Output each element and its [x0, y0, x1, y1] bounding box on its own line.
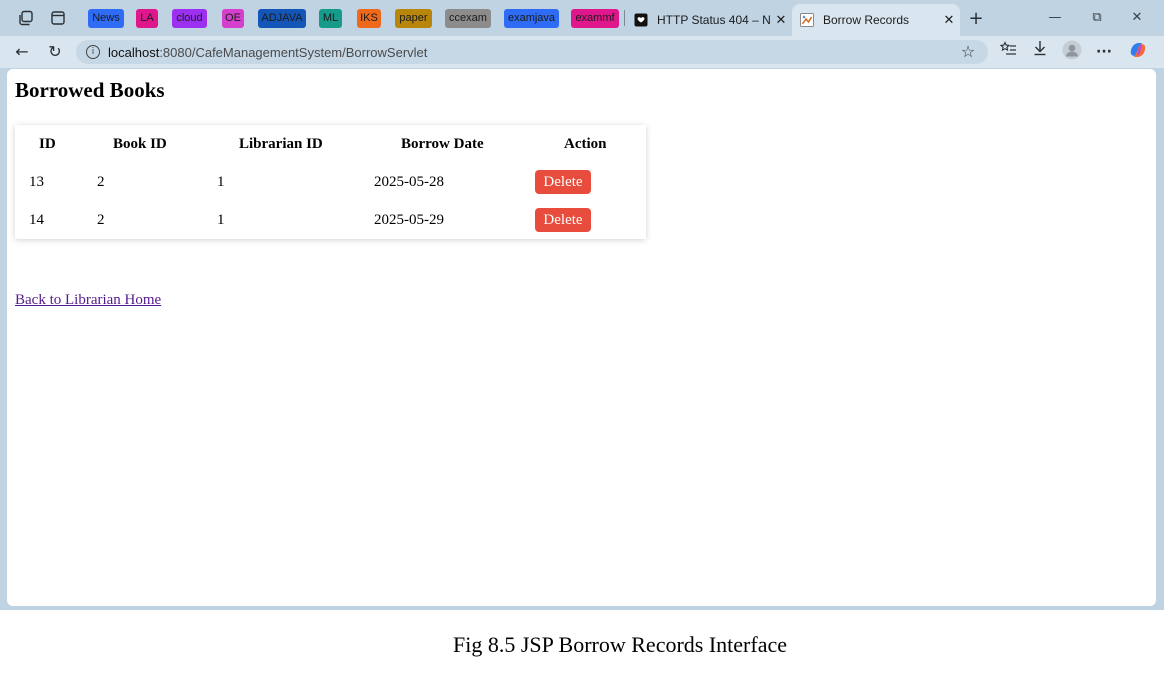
copilot-icon[interactable]: [1126, 40, 1150, 64]
url-host: localhost: [108, 44, 160, 60]
reload-icon[interactable]: ↻: [42, 40, 68, 64]
site-info-icon[interactable]: i: [86, 45, 100, 59]
tab-title: Borrow Records: [823, 13, 910, 27]
cell-borrow-date: 2025-05-29: [374, 211, 444, 228]
minimize-icon[interactable]: —: [1038, 8, 1072, 28]
restore-icon[interactable]: ⧉: [1080, 8, 1114, 28]
records-table-card: ID Book ID Librarian ID Borrow Date Acti…: [15, 125, 646, 239]
browser-window: News LA cloud OE ADJAVA ML IKS paper cce…: [0, 0, 1164, 610]
bookmark-ccexam[interactable]: ccexam: [445, 9, 491, 28]
table-header-row: ID Book ID Librarian ID Borrow Date Acti…: [15, 125, 646, 163]
close-tab-icon[interactable]: ✕: [938, 13, 960, 28]
download-icon[interactable]: [1028, 40, 1052, 64]
url-path: :8080/CafeManagementSystem/BorrowServlet: [159, 44, 428, 60]
bookmark-oe[interactable]: OE: [222, 9, 244, 28]
bookmark-adjava[interactable]: ADJAVA: [258, 9, 306, 28]
tab-separator: [624, 10, 625, 26]
page-favicon-icon: [800, 13, 814, 27]
new-tab-icon[interactable]: +: [964, 6, 988, 30]
address-bar-row: ← ↻ i localhost:8080/CafeManagementSyste…: [0, 36, 1164, 68]
bookmark-exammf[interactable]: exammf: [571, 9, 619, 28]
bookmark-examjava[interactable]: examjava: [504, 9, 559, 28]
cell-id: 13: [29, 173, 44, 190]
page-title: Borrowed Books: [15, 78, 165, 102]
bookmark-iks[interactable]: IKS: [357, 9, 381, 28]
tab-title: HTTP Status 404 – Not F: [657, 13, 770, 27]
column-header-librarian-id: Librarian ID: [239, 135, 323, 152]
tomcat-favicon-icon: [634, 13, 648, 27]
back-to-librarian-home-link[interactable]: Back to Librarian Home: [15, 292, 161, 309]
profile-icon[interactable]: [1060, 40, 1084, 64]
column-header-action: Action: [564, 135, 607, 152]
star-icon[interactable]: ☆: [955, 40, 981, 64]
back-icon[interactable]: ←: [9, 40, 35, 64]
close-window-icon[interactable]: ✕: [1120, 8, 1154, 28]
workspaces-icon[interactable]: [14, 6, 38, 30]
tab-http-404[interactable]: HTTP Status 404 – Not F ✕: [626, 4, 792, 36]
column-header-borrow-date: Borrow Date: [401, 135, 484, 152]
column-header-id: ID: [39, 135, 56, 152]
page-viewport: Borrowed Books ID Book ID Librarian ID B…: [7, 69, 1156, 606]
cell-librarian-id: 1: [217, 173, 225, 190]
cell-librarian-id: 1: [217, 211, 225, 228]
cell-action: Delete: [525, 201, 646, 239]
bookmark-news[interactable]: News: [88, 9, 124, 28]
bookmark-paper[interactable]: paper: [395, 9, 432, 28]
cell-borrow-date: 2025-05-28: [374, 173, 444, 190]
column-header-book-id: Book ID: [113, 135, 167, 152]
bookmark-ml[interactable]: ML: [319, 9, 342, 28]
bookmark-cloud[interactable]: cloud: [172, 9, 207, 28]
table-row: 14 2 1 2025-05-29 Delete: [15, 201, 646, 239]
favorites-icon[interactable]: [996, 40, 1020, 64]
tab-borrow-records[interactable]: Borrow Records ✕: [792, 4, 960, 36]
table-row: 13 2 1 2025-05-28 Delete: [15, 163, 646, 201]
bookmark-la[interactable]: LA: [136, 9, 158, 28]
cell-book-id: 2: [97, 173, 105, 190]
delete-button[interactable]: Delete: [535, 170, 591, 194]
address-input[interactable]: i localhost:8080/CafeManagementSystem/Bo…: [76, 40, 988, 64]
cell-id: 14: [29, 211, 44, 228]
delete-button[interactable]: Delete: [535, 208, 591, 232]
cell-action: Delete: [525, 163, 646, 201]
tab-strip: News LA cloud OE ADJAVA ML IKS paper cce…: [0, 0, 1164, 36]
cell-book-id: 2: [97, 211, 105, 228]
tab-actions-icon[interactable]: [46, 6, 70, 30]
more-icon[interactable]: ···: [1092, 40, 1116, 64]
borrow-records-table: ID Book ID Librarian ID Borrow Date Acti…: [15, 125, 646, 239]
close-tab-icon[interactable]: ✕: [770, 13, 792, 28]
figure-caption: Fig 8.5 JSP Borrow Records Interface: [452, 632, 788, 657]
